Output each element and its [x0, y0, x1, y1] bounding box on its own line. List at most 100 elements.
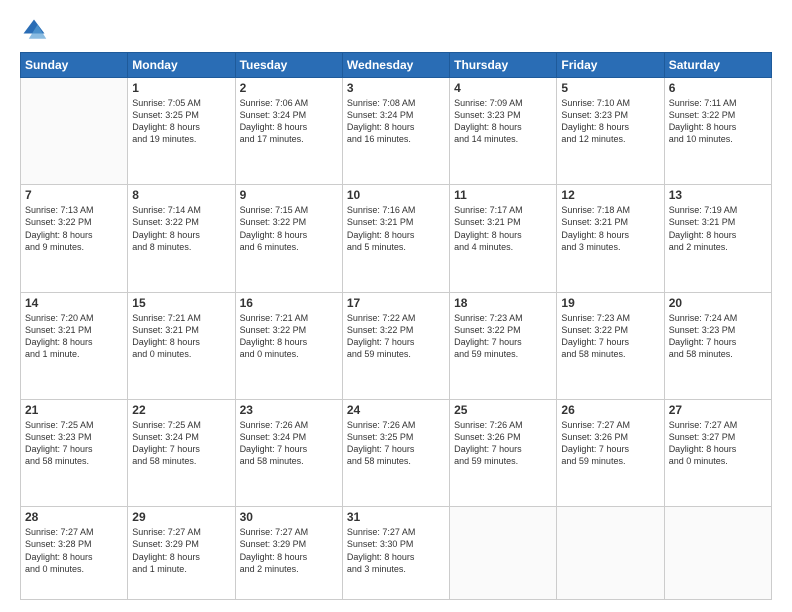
page: SundayMondayTuesdayWednesdayThursdayFrid…	[0, 0, 792, 612]
cell-content: Sunrise: 7:27 AMSunset: 3:29 PMDaylight:…	[132, 526, 230, 575]
logo	[20, 16, 52, 44]
calendar-cell: 8 Sunrise: 7:14 AMSunset: 3:22 PMDaylight…	[128, 185, 235, 292]
cell-content: Sunrise: 7:27 AMSunset: 3:29 PMDaylight:…	[240, 526, 338, 575]
calendar-cell: 4 Sunrise: 7:09 AMSunset: 3:23 PMDaylight…	[450, 78, 557, 185]
header	[20, 16, 772, 44]
weekday-header-tuesday: Tuesday	[235, 53, 342, 78]
weekday-header-saturday: Saturday	[664, 53, 771, 78]
calendar-cell: 20Sunrise: 7:24 AMSunset: 3:23 PMDayligh…	[664, 292, 771, 399]
day-number: 26	[561, 403, 659, 417]
day-number: 27	[669, 403, 767, 417]
day-number: 22	[132, 403, 230, 417]
calendar-cell: 3Sunrise: 7:08 AMSunset: 3:24 PMDaylight…	[342, 78, 449, 185]
cell-content: Sunrise: 7:26 AMSunset: 3:25 PMDaylight:…	[347, 419, 445, 468]
day-number: 31	[347, 510, 445, 524]
day-number: 20	[669, 296, 767, 310]
calendar-cell	[450, 507, 557, 600]
calendar-cell: 9 Sunrise: 7:15 AMSunset: 3:22 PMDaylight…	[235, 185, 342, 292]
cell-content: Sunrise: 7:20 AMSunset: 3:21 PMDaylight:…	[25, 312, 123, 361]
cell-content: Sunrise: 7:25 AMSunset: 3:24 PMDaylight:…	[132, 419, 230, 468]
calendar-cell: 28Sunrise: 7:27 AMSunset: 3:28 PMDayligh…	[21, 507, 128, 600]
day-number: 1	[132, 81, 230, 95]
day-number: 14	[25, 296, 123, 310]
cell-content: Sunrise: 7:05 AMSunset: 3:25 PMDaylight:…	[132, 97, 230, 146]
cell-content: Sunrise: 7:06 AMSunset: 3:24 PMDaylight:…	[240, 97, 338, 146]
weekday-header-wednesday: Wednesday	[342, 53, 449, 78]
calendar-cell: 29Sunrise: 7:27 AMSunset: 3:29 PMDayligh…	[128, 507, 235, 600]
weekday-header-row: SundayMondayTuesdayWednesdayThursdayFrid…	[21, 53, 772, 78]
calendar-cell: 6 Sunrise: 7:11 AMSunset: 3:22 PMDaylight…	[664, 78, 771, 185]
day-number: 6	[669, 81, 767, 95]
weekday-header-sunday: Sunday	[21, 53, 128, 78]
calendar-cell: 24Sunrise: 7:26 AMSunset: 3:25 PMDayligh…	[342, 399, 449, 506]
cell-content: Sunrise: 7:11 AMSunset: 3:22 PMDaylight:…	[669, 97, 767, 146]
cell-content: Sunrise: 7:10 AMSunset: 3:23 PMDaylight:…	[561, 97, 659, 146]
day-number: 21	[25, 403, 123, 417]
calendar-cell: 14 Sunrise: 7:20 AMSunset: 3:21 PMDayligh…	[21, 292, 128, 399]
calendar-cell: 23 Sunrise: 7:26 AMSunset: 3:24 PMDayligh…	[235, 399, 342, 506]
day-number: 4	[454, 81, 552, 95]
cell-content: Sunrise: 7:15 AMSunset: 3:22 PMDaylight:…	[240, 204, 338, 253]
calendar-table: SundayMondayTuesdayWednesdayThursdayFrid…	[20, 52, 772, 600]
cell-content: Sunrise: 7:09 AMSunset: 3:23 PMDaylight:…	[454, 97, 552, 146]
calendar-cell	[557, 507, 664, 600]
cell-content: Sunrise: 7:17 AMSunset: 3:21 PMDaylight:…	[454, 204, 552, 253]
calendar-cell: 31Sunrise: 7:27 AMSunset: 3:30 PMDayligh…	[342, 507, 449, 600]
calendar-cell: 16Sunrise: 7:21 AMSunset: 3:22 PMDayligh…	[235, 292, 342, 399]
calendar-cell: 19Sunrise: 7:23 AMSunset: 3:22 PMDayligh…	[557, 292, 664, 399]
calendar-cell: 26 Sunrise: 7:27 AMSunset: 3:26 PMDayligh…	[557, 399, 664, 506]
calendar-cell: 17 Sunrise: 7:22 AMSunset: 3:22 PMDayligh…	[342, 292, 449, 399]
weekday-header-thursday: Thursday	[450, 53, 557, 78]
calendar-cell: 10 Sunrise: 7:16 AMSunset: 3:21 PMDayligh…	[342, 185, 449, 292]
calendar-cell: 7 Sunrise: 7:13 AMSunset: 3:22 PMDaylight…	[21, 185, 128, 292]
day-number: 9	[240, 188, 338, 202]
cell-content: Sunrise: 7:21 AMSunset: 3:21 PMDaylight:…	[132, 312, 230, 361]
calendar-cell: 22 Sunrise: 7:25 AMSunset: 3:24 PMDayligh…	[128, 399, 235, 506]
calendar-cell: 27 Sunrise: 7:27 AMSunset: 3:27 PMDayligh…	[664, 399, 771, 506]
day-number: 15	[132, 296, 230, 310]
day-number: 10	[347, 188, 445, 202]
day-number: 17	[347, 296, 445, 310]
weekday-header-friday: Friday	[557, 53, 664, 78]
cell-content: Sunrise: 7:27 AMSunset: 3:27 PMDaylight:…	[669, 419, 767, 468]
calendar-cell: 15 Sunrise: 7:21 AMSunset: 3:21 PMDayligh…	[128, 292, 235, 399]
calendar-week-row: 28Sunrise: 7:27 AMSunset: 3:28 PMDayligh…	[21, 507, 772, 600]
day-number: 5	[561, 81, 659, 95]
day-number: 23	[240, 403, 338, 417]
calendar-cell	[664, 507, 771, 600]
cell-content: Sunrise: 7:22 AMSunset: 3:22 PMDaylight:…	[347, 312, 445, 361]
cell-content: Sunrise: 7:23 AMSunset: 3:22 PMDaylight:…	[561, 312, 659, 361]
calendar-cell: 25Sunrise: 7:26 AMSunset: 3:26 PMDayligh…	[450, 399, 557, 506]
calendar-cell: 2 Sunrise: 7:06 AMSunset: 3:24 PMDaylight…	[235, 78, 342, 185]
cell-content: Sunrise: 7:18 AMSunset: 3:21 PMDaylight:…	[561, 204, 659, 253]
cell-content: Sunrise: 7:08 AMSunset: 3:24 PMDaylight:…	[347, 97, 445, 146]
day-number: 30	[240, 510, 338, 524]
calendar-cell: 12 Sunrise: 7:18 AMSunset: 3:21 PMDayligh…	[557, 185, 664, 292]
day-number: 18	[454, 296, 552, 310]
cell-content: Sunrise: 7:13 AMSunset: 3:22 PMDaylight:…	[25, 204, 123, 253]
cell-content: Sunrise: 7:16 AMSunset: 3:21 PMDaylight:…	[347, 204, 445, 253]
day-number: 12	[561, 188, 659, 202]
calendar-cell: 1 Sunrise: 7:05 AMSunset: 3:25 PMDaylight…	[128, 78, 235, 185]
weekday-header-monday: Monday	[128, 53, 235, 78]
cell-content: Sunrise: 7:27 AMSunset: 3:26 PMDaylight:…	[561, 419, 659, 468]
logo-icon	[20, 16, 48, 44]
calendar-cell: 21Sunrise: 7:25 AMSunset: 3:23 PMDayligh…	[21, 399, 128, 506]
calendar-cell: 18Sunrise: 7:23 AMSunset: 3:22 PMDayligh…	[450, 292, 557, 399]
cell-content: Sunrise: 7:19 AMSunset: 3:21 PMDaylight:…	[669, 204, 767, 253]
calendar-cell: 5 Sunrise: 7:10 AMSunset: 3:23 PMDaylight…	[557, 78, 664, 185]
calendar-week-row: 1 Sunrise: 7:05 AMSunset: 3:25 PMDaylight…	[21, 78, 772, 185]
cell-content: Sunrise: 7:21 AMSunset: 3:22 PMDaylight:…	[240, 312, 338, 361]
day-number: 25	[454, 403, 552, 417]
day-number: 13	[669, 188, 767, 202]
day-number: 11	[454, 188, 552, 202]
calendar-week-row: 7 Sunrise: 7:13 AMSunset: 3:22 PMDaylight…	[21, 185, 772, 292]
calendar-cell: 30 Sunrise: 7:27 AMSunset: 3:29 PMDayligh…	[235, 507, 342, 600]
cell-content: Sunrise: 7:14 AMSunset: 3:22 PMDaylight:…	[132, 204, 230, 253]
day-number: 7	[25, 188, 123, 202]
cell-content: Sunrise: 7:26 AMSunset: 3:24 PMDaylight:…	[240, 419, 338, 468]
day-number: 28	[25, 510, 123, 524]
calendar-cell	[21, 78, 128, 185]
day-number: 2	[240, 81, 338, 95]
day-number: 8	[132, 188, 230, 202]
